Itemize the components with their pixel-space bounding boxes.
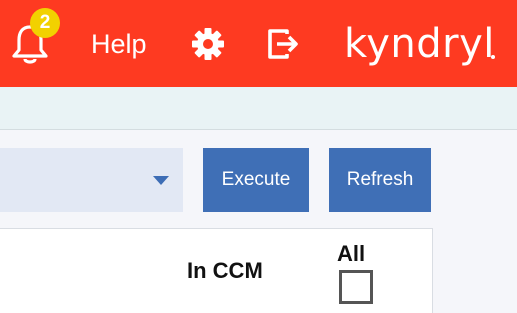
top-navigation-bar: 2 Help kyndryl [0,0,517,87]
refresh-button[interactable]: Refresh [329,148,431,212]
logout-icon[interactable] [265,26,301,62]
brand-logo-dot [491,55,495,59]
column-header-in-ccm: In CCM [187,258,263,283]
sub-header-bar [0,87,517,130]
gear-icon[interactable] [190,26,226,62]
notification-badge: 2 [30,8,60,38]
chevron-down-icon[interactable] [153,176,169,185]
help-link[interactable]: Help [91,24,147,64]
select-all-checkbox[interactable] [339,270,373,304]
column-header-all: All [337,241,366,266]
execute-button[interactable]: Execute [203,148,309,212]
brand-logo: kyndryl [344,21,495,67]
